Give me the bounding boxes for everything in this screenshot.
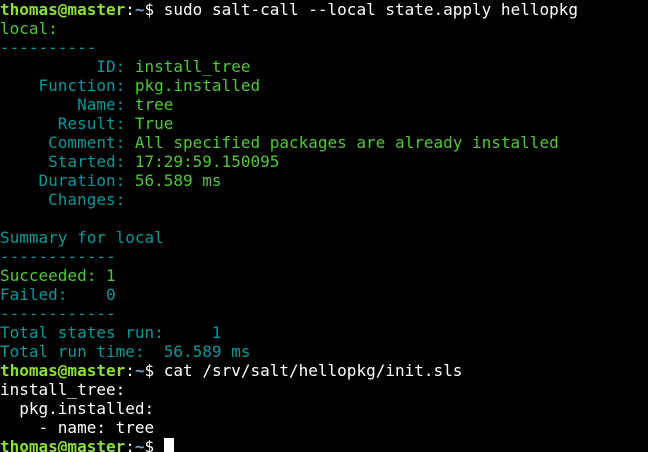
- state-value: All specified packages are already insta…: [134, 133, 559, 152]
- state-row-duration: Duration: 56.589 ms: [0, 171, 648, 190]
- state-label: Started:: [0, 152, 135, 171]
- prompt-colon: :: [125, 0, 135, 19]
- summary-divider: ------------: [0, 247, 116, 266]
- text-cursor[interactable]: [163, 438, 174, 452]
- active-prompt-line[interactable]: thomas@master:~$: [0, 437, 648, 452]
- state-row-result: Result: True: [0, 114, 648, 133]
- prompt-user-host: thomas@master: [0, 0, 126, 19]
- prompt-colon: :: [125, 361, 135, 380]
- state-value: 56.589 ms: [134, 171, 222, 190]
- state-value: tree: [134, 95, 174, 114]
- state-value: install_tree: [134, 57, 251, 76]
- prompt-user-host: thomas@master: [0, 437, 126, 452]
- summary-failed: Failed: 0: [0, 285, 116, 304]
- prompt-line: thomas@master:~$ cat /srv/salt/hellopkg/…: [0, 361, 648, 380]
- state-value: 17:29:59.150095: [134, 152, 280, 171]
- summary-divider: ------------: [0, 304, 116, 323]
- state-label: Changes:: [0, 190, 135, 209]
- prompt-colon: :: [125, 437, 135, 452]
- summary-total-states: Total states run: 1: [0, 323, 222, 342]
- prompt-path: ~: [134, 437, 145, 452]
- file-line: install_tree:: [0, 380, 126, 399]
- prompt-symbol: $: [144, 361, 164, 380]
- state-row-started: Started: 17:29:59.150095: [0, 152, 648, 171]
- state-label: Function:: [0, 76, 135, 95]
- file-line: pkg.installed:: [0, 399, 155, 418]
- output-divider: ----------: [0, 38, 97, 57]
- prompt-path: ~: [134, 0, 145, 19]
- state-label: Result:: [0, 114, 135, 133]
- prompt-user-host: thomas@master: [0, 361, 126, 380]
- state-row-comment: Comment: All specified packages are alre…: [0, 133, 648, 152]
- terminal-window[interactable]: thomas@master:~$ sudo salt-call --local …: [0, 0, 648, 452]
- prompt-path: ~: [134, 361, 145, 380]
- state-row-id: ID: install_tree: [0, 57, 648, 76]
- summary-total-time: Total run time: 56.589 ms: [0, 342, 251, 361]
- output-local-header: local:: [0, 19, 58, 38]
- state-label: Name:: [0, 95, 135, 114]
- state-row-name: Name: tree: [0, 95, 648, 114]
- prompt-symbol: $: [144, 437, 164, 452]
- summary-succeeded: Succeeded: 1: [0, 266, 116, 285]
- state-label: Comment:: [0, 133, 135, 152]
- command-text: cat /srv/salt/hellopkg/init.sls: [163, 361, 463, 380]
- state-value: True: [134, 114, 174, 133]
- prompt-symbol: $: [144, 0, 164, 19]
- state-label: Duration:: [0, 171, 135, 190]
- state-row-function: Function: pkg.installed: [0, 76, 648, 95]
- prompt-line: thomas@master:~$ sudo salt-call --local …: [0, 0, 648, 19]
- state-label: ID:: [0, 57, 135, 76]
- state-row-changes: Changes:: [0, 190, 648, 209]
- command-text: sudo salt-call --local state.apply hello…: [163, 0, 578, 19]
- summary-title: Summary for local: [0, 228, 164, 247]
- file-line: - name: tree: [0, 418, 155, 437]
- state-value: pkg.installed: [134, 76, 261, 95]
